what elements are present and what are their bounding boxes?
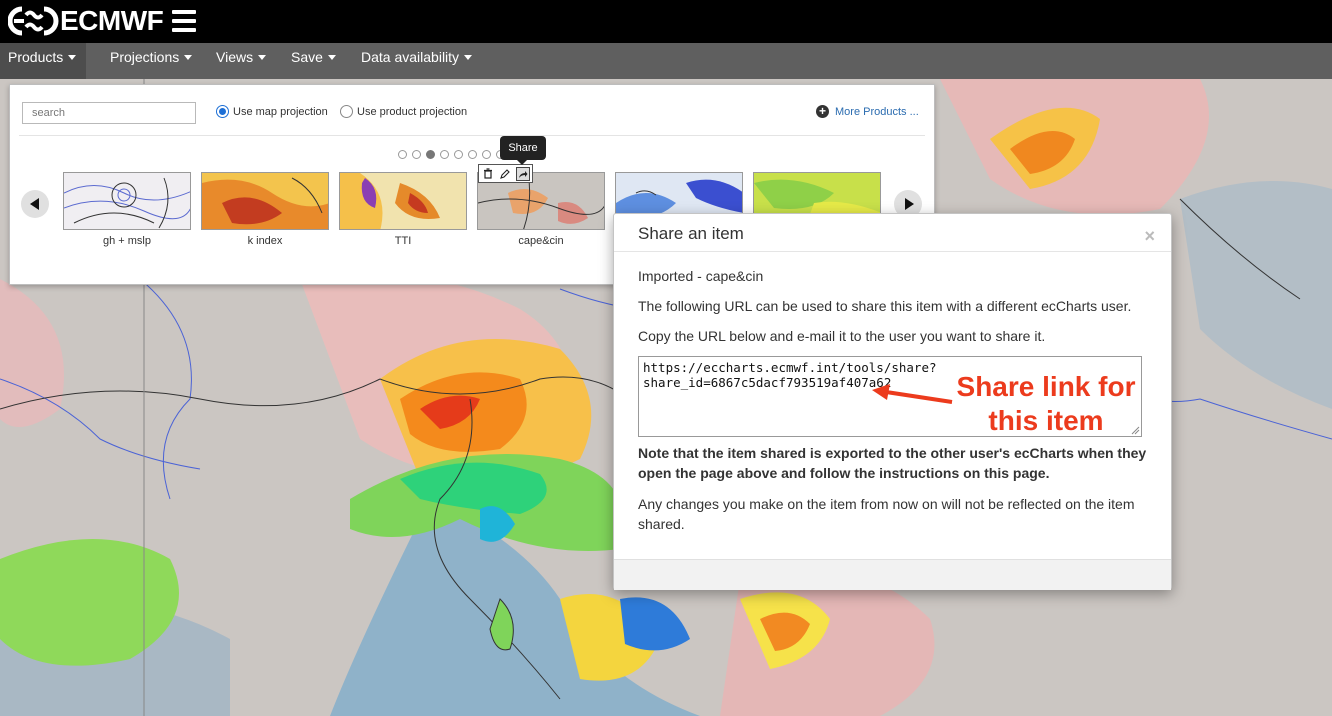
top-header: ECMWF (0, 0, 1332, 43)
caret-down-icon (184, 55, 193, 60)
thumbnail-item-tools (478, 164, 533, 183)
caret-down-icon (258, 55, 267, 60)
menu-save[interactable]: Save (283, 43, 344, 79)
caret-down-icon (327, 55, 336, 60)
annotation-label: Share link for this item (948, 370, 1144, 438)
plus-circle-icon: + (816, 105, 829, 118)
thumbnail-label: TTI (394, 235, 412, 247)
modal-footer (614, 559, 1171, 590)
close-icon[interactable]: × (1144, 226, 1155, 247)
menu-views[interactable]: Views (208, 43, 274, 79)
thumbnail-image (340, 173, 466, 229)
annotation-line: Share link for (956, 371, 1136, 402)
modal-title: Share an item (638, 224, 744, 243)
shared-item-name: Imported - cape&cin (638, 268, 764, 284)
thumbnail-gh-mslp[interactable] (63, 172, 191, 230)
thumbnail-image (202, 173, 328, 229)
thumbnail-label: k index (247, 235, 283, 247)
product-search-input[interactable] (22, 102, 196, 124)
pencil-icon[interactable] (498, 167, 512, 181)
modal-header-divider (614, 251, 1171, 252)
arrow-right-icon (904, 198, 914, 210)
share-icon[interactable] (516, 166, 531, 181)
annotation-arrow-icon (872, 384, 953, 404)
thumbnail-label: cape&cin (518, 235, 564, 247)
arrow-left-icon (29, 198, 39, 210)
panel-divider (19, 135, 925, 136)
use-map-projection-option[interactable]: Use map projection (216, 105, 328, 118)
thumbnail-image (64, 173, 190, 229)
trash-icon[interactable] (481, 167, 495, 181)
more-products-link[interactable]: + More Products ... (816, 105, 919, 118)
share-intro-text: The following URL can be used to share t… (638, 298, 1132, 314)
share-changes-text: Any changes you make on the item from no… (638, 496, 1135, 532)
page-dot[interactable] (398, 150, 407, 159)
menu-data-availability[interactable]: Data availability (353, 43, 480, 79)
page-dot[interactable] (412, 150, 421, 159)
annotation-line: this item (988, 405, 1104, 436)
thumbnail-k-index[interactable] (201, 172, 329, 230)
menu-projections[interactable]: Projections (102, 43, 200, 79)
ecmwf-logo[interactable]: ECMWF (8, 4, 164, 38)
share-tooltip: Share (500, 136, 546, 165)
share-note-text: Note that the item shared is exported to… (638, 445, 1147, 481)
radio-product-projection[interactable] (340, 105, 353, 118)
page-dot[interactable] (482, 150, 491, 159)
thumbnail-tti[interactable] (339, 172, 467, 230)
share-instruction-text: Copy the URL below and e-mail it to the … (638, 328, 1046, 344)
page-dot[interactable] (454, 150, 463, 159)
page-dot[interactable] (468, 150, 477, 159)
hamburger-menu-icon[interactable] (172, 10, 196, 32)
page-dot-active[interactable] (426, 150, 435, 159)
caret-down-icon (464, 55, 473, 60)
menu-products[interactable]: Products (0, 43, 86, 79)
page-dot[interactable] (440, 150, 449, 159)
carousel-prev-button[interactable] (21, 190, 49, 218)
main-menubar: Products Projections Views Save Data ava… (0, 43, 1332, 79)
radio-map-projection[interactable] (216, 105, 229, 118)
carousel-page-dots (398, 150, 510, 159)
logo-text: ECMWF (60, 5, 164, 36)
ecmwf-logo-icon (8, 6, 59, 36)
thumbnail-label: gh + mslp (103, 235, 151, 247)
use-product-projection-option[interactable]: Use product projection (340, 105, 467, 118)
caret-down-icon (68, 55, 77, 60)
